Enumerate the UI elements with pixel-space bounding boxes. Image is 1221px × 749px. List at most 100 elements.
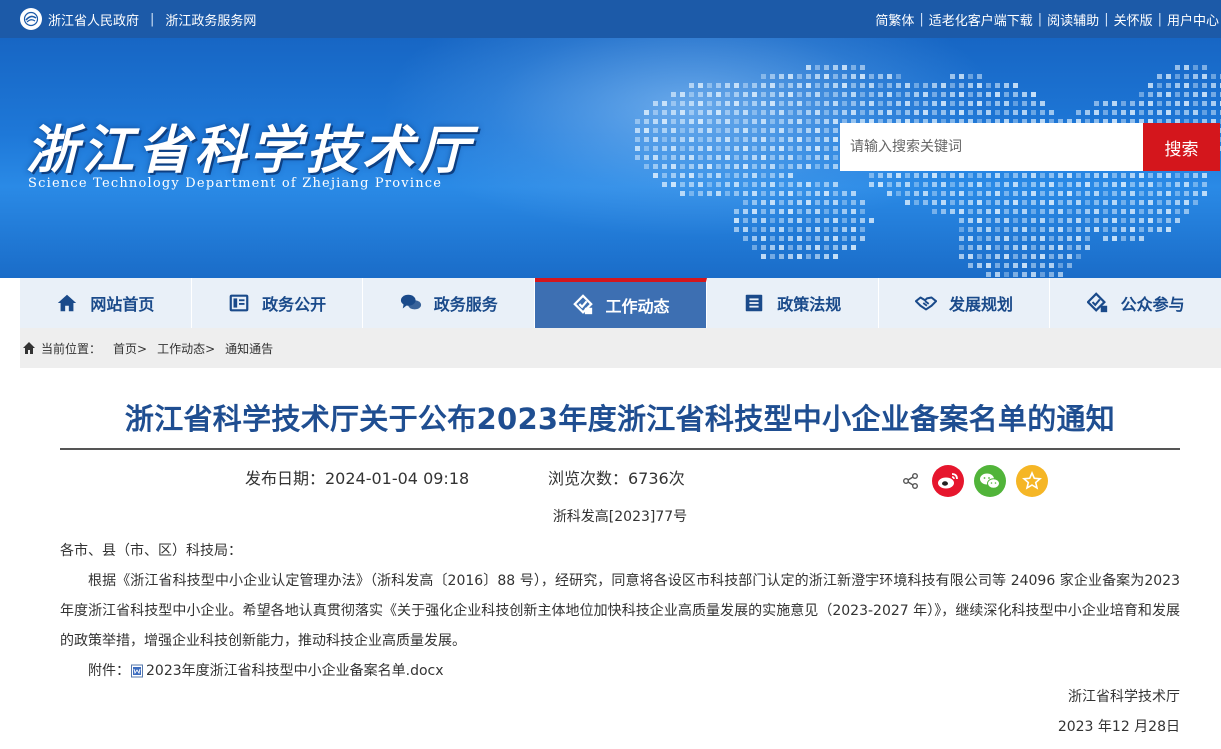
- map-dot: [734, 209, 739, 214]
- map-dot: [1022, 218, 1027, 223]
- map-dot: [806, 101, 811, 106]
- top-bar-left: 浙江省人民政府 | 浙江政务服务网: [20, 0, 256, 38]
- map-dot: [1040, 272, 1045, 277]
- map-dot: [1040, 263, 1045, 268]
- favorite-star-icon[interactable]: [1016, 465, 1048, 497]
- map-dot: [671, 164, 676, 169]
- map-dot: [644, 110, 649, 115]
- map-dot: [1049, 200, 1054, 205]
- map-dot: [815, 245, 820, 250]
- breadcrumb-work-news[interactable]: 工作动态>: [157, 340, 215, 357]
- map-dot: [752, 182, 757, 187]
- map-dot: [1040, 254, 1045, 259]
- map-dot: [1094, 101, 1099, 106]
- search-input[interactable]: [840, 123, 1143, 171]
- article-title: 浙江省科学技术厅关于公布2023年度浙江省科技型中小企业备案名单的通知: [124, 402, 1116, 436]
- breadcrumb-home[interactable]: 首页>: [113, 340, 147, 357]
- map-dot: [752, 119, 757, 124]
- map-dot: [1157, 191, 1162, 196]
- map-dot: [932, 173, 937, 178]
- map-dot: [653, 155, 658, 160]
- map-dot: [824, 128, 829, 133]
- map-dot: [635, 137, 640, 142]
- attachment-link[interactable]: 2023年度浙江省科技型中小企业备案名单.docx: [146, 656, 444, 686]
- map-dot: [1031, 209, 1036, 214]
- map-dot: [761, 83, 766, 88]
- map-dot: [716, 92, 721, 97]
- map-dot: [1013, 110, 1018, 115]
- map-dot: [1166, 209, 1171, 214]
- map-dot: [815, 137, 820, 142]
- search-button[interactable]: 搜索: [1143, 123, 1220, 171]
- map-dot: [1112, 200, 1117, 205]
- map-dot: [959, 227, 964, 232]
- map-dot: [806, 218, 811, 223]
- map-dot: [752, 110, 757, 115]
- map-dot: [806, 128, 811, 133]
- map-dot: [743, 119, 748, 124]
- map-dot: [995, 200, 1000, 205]
- map-dot: [761, 110, 766, 115]
- map-dot: [1031, 245, 1036, 250]
- map-dot: [914, 191, 919, 196]
- map-dot: [689, 110, 694, 115]
- map-dot: [752, 146, 757, 151]
- nav-item-policies[interactable]: 政策法规: [706, 278, 879, 328]
- nav-item-government-affairs[interactable]: 政务公开: [191, 278, 364, 328]
- map-dot: [833, 191, 838, 196]
- map-dot: [689, 146, 694, 151]
- map-dot: [1166, 218, 1171, 223]
- body-paragraph: 根据《浙江省科技型中小企业认定管理办法》（浙科发高〔2016〕88 号），经研究…: [60, 573, 1180, 649]
- map-dot: [869, 218, 874, 223]
- simplified-traditional-link[interactable]: 简繁体: [875, 10, 914, 29]
- gov-portal-link[interactable]: 浙江省人民政府: [48, 10, 139, 29]
- nav-item-development-planning[interactable]: 发展规划: [878, 278, 1051, 328]
- map-dot: [662, 110, 667, 115]
- map-dot: [761, 74, 766, 79]
- nav-item-home[interactable]: 网站首页: [20, 278, 192, 328]
- map-dot: [779, 236, 784, 241]
- map-dot: [995, 101, 1000, 106]
- map-dot: [968, 74, 973, 79]
- breadcrumb-notices[interactable]: 通知通告: [225, 340, 273, 357]
- map-dot: [986, 254, 991, 259]
- map-dot: [869, 92, 874, 97]
- nav-item-work-news[interactable]: 工作动态: [535, 278, 707, 328]
- map-dot: [1067, 245, 1072, 250]
- map-dot: [842, 83, 847, 88]
- map-dot: [1085, 236, 1090, 241]
- map-dot: [788, 101, 793, 106]
- map-dot: [698, 101, 703, 106]
- map-dot: [815, 128, 820, 133]
- map-dot: [995, 191, 1000, 196]
- share-icon[interactable]: [902, 472, 920, 490]
- user-center-link[interactable]: 用户中心: [1167, 10, 1219, 29]
- nav-item-government-services[interactable]: 政务服务: [363, 278, 536, 328]
- map-dot: [860, 218, 865, 223]
- map-dot: [869, 182, 874, 187]
- care-version-link[interactable]: 关怀版: [1114, 10, 1153, 29]
- map-dot: [770, 92, 775, 97]
- map-dot: [977, 74, 982, 79]
- elderly-app-download-link[interactable]: 适老化客户端下载: [929, 10, 1033, 29]
- map-dot: [1085, 209, 1090, 214]
- signer: 浙江省科学技术厅: [1068, 689, 1180, 705]
- map-dot: [833, 218, 838, 223]
- service-portal-link[interactable]: 浙江政务服务网: [165, 10, 256, 29]
- nav-item-public-participation[interactable]: 公众参与: [1050, 278, 1221, 328]
- map-dot: [833, 236, 838, 241]
- reading-assist-link[interactable]: 阅读辅助: [1047, 10, 1099, 29]
- map-dot: [824, 236, 829, 241]
- map-dot: [1013, 209, 1018, 214]
- map-dot: [752, 227, 757, 232]
- wechat-share-icon[interactable]: [974, 465, 1006, 497]
- map-dot: [734, 155, 739, 160]
- map-dot: [770, 227, 775, 232]
- map-dot: [1013, 83, 1018, 88]
- map-dot: [1049, 236, 1054, 241]
- map-dot: [1013, 218, 1018, 223]
- map-dot: [905, 182, 910, 187]
- map-dot: [1022, 92, 1027, 97]
- weibo-share-icon[interactable]: [932, 465, 964, 497]
- map-dot: [905, 83, 910, 88]
